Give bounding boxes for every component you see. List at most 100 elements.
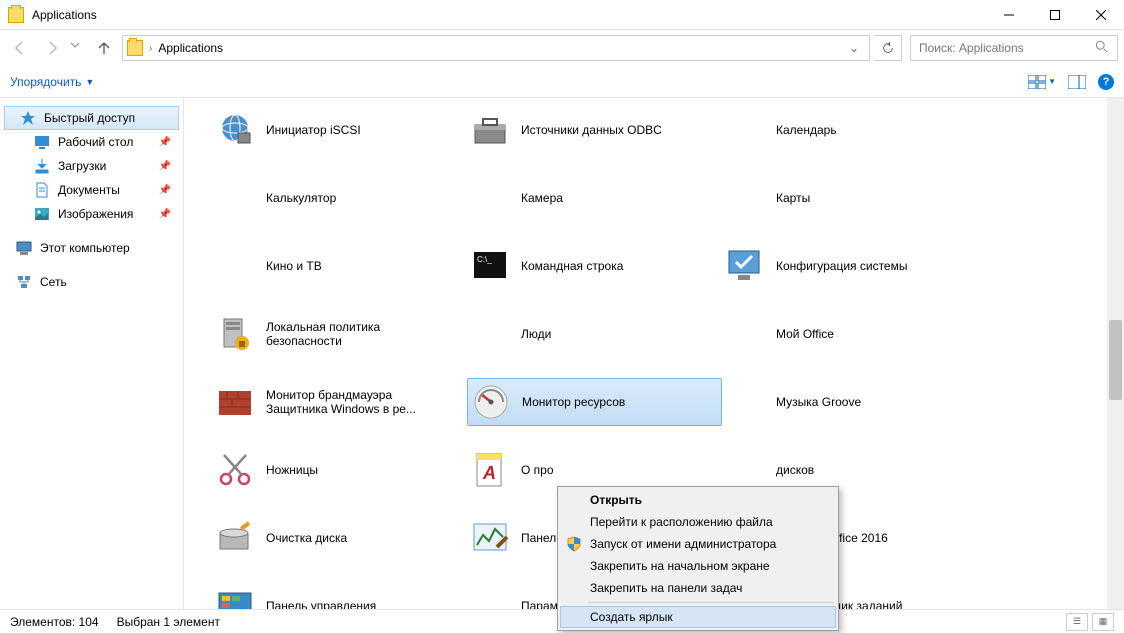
address-bar[interactable]: › Applications ⌄ bbox=[122, 35, 870, 61]
gauge-icon bbox=[472, 383, 510, 421]
menu-label: Запуск от имени администратора bbox=[590, 537, 776, 551]
pin-icon: 📌 bbox=[159, 161, 171, 172]
scissors-icon bbox=[216, 451, 254, 489]
breadcrumb[interactable]: Applications bbox=[158, 41, 223, 55]
menu-separator bbox=[588, 602, 834, 603]
item-label: Калькулятор bbox=[266, 191, 336, 205]
search-box[interactable] bbox=[910, 35, 1118, 61]
sidebar-item-network[interactable]: Сеть bbox=[0, 270, 183, 294]
globe-icon bbox=[216, 111, 254, 149]
menu-item-pin-taskbar[interactable]: Закрепить на панели задач bbox=[560, 577, 836, 599]
folder-icon bbox=[127, 40, 143, 56]
back-button[interactable] bbox=[6, 34, 34, 62]
document-icon bbox=[34, 182, 50, 198]
status-selection: Выбран 1 элемент bbox=[117, 615, 220, 629]
pin-icon: 📌 bbox=[159, 185, 171, 196]
sidebar-label: Быстрый доступ bbox=[44, 111, 135, 125]
minimize-button[interactable] bbox=[986, 0, 1032, 30]
sidebar-label: Сеть bbox=[40, 275, 67, 289]
app-item-my-office[interactable]: Мой Office bbox=[722, 310, 977, 358]
recent-dropdown[interactable] bbox=[70, 34, 86, 62]
app-item-calculator[interactable]: Калькулятор bbox=[212, 174, 467, 222]
folder-icon bbox=[8, 7, 24, 23]
app-item-movies-tv[interactable]: Кино и ТВ bbox=[212, 242, 467, 290]
menu-item-create-shortcut[interactable]: Создать ярлык bbox=[560, 606, 836, 628]
item-label: Календарь bbox=[776, 123, 837, 137]
details-view-button[interactable]: ☰ bbox=[1066, 613, 1088, 631]
chevron-right-icon[interactable]: › bbox=[149, 43, 152, 54]
nav-bar: › Applications ⌄ bbox=[0, 30, 1124, 66]
menu-item-pin-start[interactable]: Закрепить на начальном экране bbox=[560, 555, 836, 577]
app-item-iscsi[interactable]: Инициатор iSCSI bbox=[212, 106, 467, 154]
app-item-resource-monitor[interactable]: Монитор ресурсов bbox=[467, 378, 722, 426]
search-icon[interactable] bbox=[1095, 40, 1109, 57]
preview-pane-button[interactable] bbox=[1068, 75, 1086, 89]
menu-item-goto-location[interactable]: Перейти к расположению файла bbox=[560, 511, 836, 533]
disk-brush-icon bbox=[216, 519, 254, 557]
menu-label: Закрепить на панели задач bbox=[590, 581, 742, 595]
app-item-disk-cleanup[interactable]: Очистка диска bbox=[212, 514, 467, 562]
close-button[interactable] bbox=[1078, 0, 1124, 30]
chevron-down-icon[interactable]: ⌄ bbox=[843, 41, 865, 55]
app-item-cmd[interactable]: C:\_ Командная строка bbox=[467, 242, 722, 290]
forward-button[interactable] bbox=[38, 34, 66, 62]
item-label: Монитор брандмауэра Защитника Windows в … bbox=[266, 388, 446, 417]
app-item-calendar[interactable]: Календарь bbox=[722, 106, 977, 154]
menu-label: Открыть bbox=[590, 493, 642, 507]
sidebar-item-downloads[interactable]: Загрузки 📌 bbox=[0, 154, 183, 178]
firewall-icon bbox=[216, 383, 254, 421]
sidebar-label: Рабочий стол bbox=[58, 135, 133, 149]
organize-menu[interactable]: Упорядочить ▼ bbox=[10, 75, 94, 89]
app-item-msconfig[interactable]: Конфигурация системы bbox=[722, 242, 977, 290]
app-item-control-panel[interactable]: Панель управления bbox=[212, 582, 467, 609]
icons-view-button[interactable]: ▦ bbox=[1092, 613, 1114, 631]
monitor-check-icon bbox=[726, 247, 764, 285]
up-button[interactable] bbox=[90, 34, 118, 62]
item-label: Очистка диска bbox=[266, 531, 347, 545]
app-item-firewall-monitor[interactable]: Монитор брандмауэра Защитника Windows в … bbox=[212, 378, 467, 426]
computer-icon bbox=[16, 240, 32, 256]
menu-item-run-as-admin[interactable]: Запуск от имени администратора bbox=[560, 533, 836, 555]
app-item-odbc[interactable]: Источники данных ODBC bbox=[467, 106, 722, 154]
vertical-scrollbar[interactable] bbox=[1107, 98, 1124, 609]
sidebar-label: Изображения bbox=[58, 207, 133, 221]
app-item-people[interactable]: Люди bbox=[467, 310, 722, 358]
sidebar-item-quick-access[interactable]: Быстрый доступ bbox=[4, 106, 179, 130]
item-label: Командная строка bbox=[521, 259, 623, 273]
scrollbar-thumb[interactable] bbox=[1109, 320, 1122, 400]
view-layout-button[interactable]: ▼ bbox=[1028, 75, 1056, 89]
item-label: О про bbox=[521, 463, 554, 477]
item-label: Карты bbox=[776, 191, 810, 205]
control-panel-icon bbox=[216, 587, 254, 609]
sidebar-item-this-pc[interactable]: Этот компьютер bbox=[0, 236, 183, 260]
server-lock-icon bbox=[216, 315, 254, 353]
sidebar-label: Этот компьютер bbox=[40, 241, 130, 255]
maximize-button[interactable] bbox=[1032, 0, 1078, 30]
app-item-snipping[interactable]: Ножницы bbox=[212, 446, 467, 494]
pin-icon: 📌 bbox=[159, 209, 171, 220]
sidebar-label: Загрузки bbox=[58, 159, 106, 173]
sidebar-item-desktop[interactable]: Рабочий стол 📌 bbox=[0, 130, 183, 154]
organize-label: Упорядочить bbox=[10, 75, 81, 89]
svg-text:C:\_: C:\_ bbox=[477, 255, 492, 264]
item-label: Камера bbox=[521, 191, 563, 205]
app-item-local-security[interactable]: Локальная политика безопасности bbox=[212, 310, 467, 358]
window-title: Applications bbox=[32, 8, 97, 22]
item-label: Кино и ТВ bbox=[266, 259, 322, 273]
star-icon bbox=[20, 110, 36, 126]
app-item-groove-music[interactable]: Музыка Groove bbox=[722, 378, 977, 426]
item-label: дисков bbox=[776, 463, 814, 477]
sidebar-item-documents[interactable]: Документы 📌 bbox=[0, 178, 183, 202]
title-bar: Applications bbox=[0, 0, 1124, 30]
item-label: Люди bbox=[521, 327, 551, 341]
help-button[interactable]: ? bbox=[1098, 74, 1114, 90]
app-item-maps[interactable]: Карты bbox=[722, 174, 977, 222]
search-input[interactable] bbox=[919, 41, 1095, 55]
item-label: Музыка Groove bbox=[776, 395, 861, 409]
network-icon bbox=[16, 274, 32, 290]
menu-item-open[interactable]: Открыть bbox=[560, 489, 836, 511]
sidebar-item-pictures[interactable]: Изображения 📌 bbox=[0, 202, 183, 226]
app-item-camera[interactable]: Камера bbox=[467, 174, 722, 222]
refresh-button[interactable] bbox=[874, 35, 902, 61]
item-label: Ножницы bbox=[266, 463, 318, 477]
